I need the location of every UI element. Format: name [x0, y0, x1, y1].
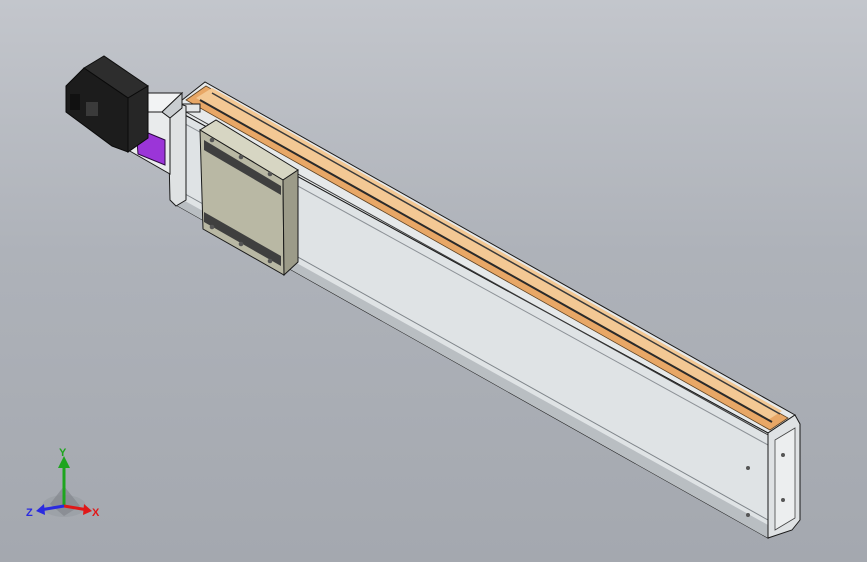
z-axis-arrow — [36, 504, 45, 515]
carriage-hole — [267, 171, 273, 177]
carriage-hole — [238, 241, 244, 247]
carriage-hole — [209, 224, 215, 230]
carriage-hole — [267, 258, 273, 264]
x-axis-label: X — [92, 507, 100, 519]
graphics-viewport[interactable]: Y X Z — [0, 0, 867, 562]
end-cap-hole — [781, 498, 785, 502]
mount-block — [167, 103, 187, 207]
end-cap-hole — [746, 466, 750, 470]
motor-terminal — [86, 102, 98, 116]
y-axis-label: Y — [59, 447, 67, 459]
view-orientation-triad[interactable]: Y X Z — [22, 446, 112, 526]
end-cap-hole — [781, 453, 785, 457]
carriage-side — [282, 169, 299, 277]
x-axis-arrow — [83, 504, 92, 515]
carriage-hole — [209, 137, 215, 143]
z-axis-label: Z — [26, 507, 33, 519]
motor-terminal — [70, 94, 80, 110]
end-cap-inner — [774, 427, 796, 531]
end-cap-hole — [746, 513, 750, 517]
linear-actuator-model[interactable] — [0, 0, 867, 562]
carriage-hole — [238, 154, 244, 160]
